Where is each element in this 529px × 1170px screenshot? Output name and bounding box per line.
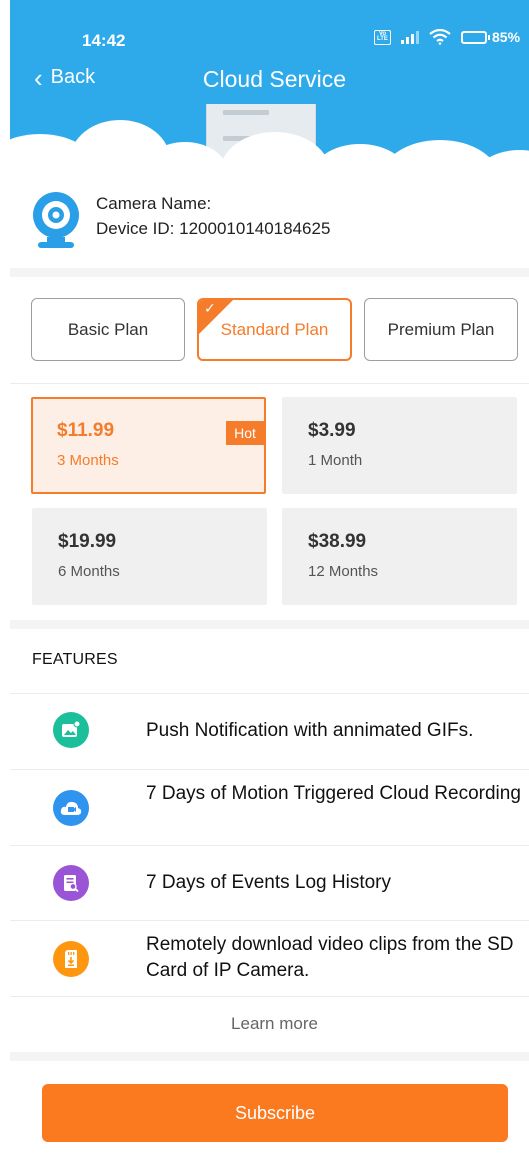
plan-standard[interactable]: ✓ Standard Plan [197,298,352,361]
plan-premium[interactable]: Premium Plan [364,298,518,361]
price-amount: $11.99 [57,420,115,441]
price-option-6-months[interactable]: $19.99 6 Months [32,508,267,605]
features-title: FEATURES [32,651,118,668]
camera-name-label: Camera Name: [96,194,212,213]
cloud-video-icon [53,790,89,826]
app-header: 14:42 Vo LTE 85% Cloud Service ‹ Back [10,0,529,104]
price-option-3-months[interactable]: $11.99 3 Months Hot [31,397,266,494]
price-option-1-month[interactable]: $3.99 1 Month [282,397,517,494]
price-option-12-months[interactable]: $38.99 12 Months [282,508,517,605]
battery-icon [461,30,490,44]
image-notification-icon [53,712,89,748]
check-icon: ✓ [204,300,216,316]
feature-item: Push Notification with annimated GIFs. [10,694,529,769]
price-duration: 6 Months [58,563,120,580]
wifi-icon [429,29,451,45]
status-time: 14:42 [82,31,126,50]
price-duration: 3 Months [57,452,119,469]
camera-info: Camera Name: Device ID: 1200010140184625 [30,188,500,252]
chevron-left-icon: ‹ [34,62,43,93]
plan-basic[interactable]: Basic Plan [31,298,185,361]
price-amount: $19.99 [58,531,117,552]
status-icons: Vo LTE 85% [374,29,520,45]
feature-item: 7 Days of Events Log History [10,846,529,920]
feature-text: Remotely download video clips from the S… [146,934,514,981]
plan-label: Standard Plan [220,319,329,339]
learn-more-link[interactable]: Learn more [0,1014,529,1034]
plan-label: Basic Plan [67,319,149,339]
back-label: Back [50,66,96,88]
signal-icon [401,30,419,44]
plan-label: Premium Plan [387,319,495,339]
price-amount: $38.99 [308,531,367,552]
battery-percent: 85% [492,29,521,45]
feature-text: 7 Days of Events Log History [146,872,391,893]
volte-icon: Vo LTE [374,29,391,45]
device-id: Device ID: 1200010140184625 [96,219,331,238]
camera-icon [33,192,79,248]
feature-text: 7 Days of Motion Triggered Cloud Recordi… [146,783,521,804]
feature-item: 7 Days of Motion Triggered Cloud Recordi… [10,770,529,845]
price-duration: 1 Month [308,452,363,469]
sd-card-download-icon [53,941,89,977]
back-button[interactable]: ‹ Back [34,62,96,93]
event-log-icon [53,865,89,901]
feature-item: Remotely download video clips from the S… [10,921,529,996]
price-amount: $3.99 [308,420,356,441]
hot-badge: Hot [226,421,264,445]
cloud-banner [10,104,529,189]
price-duration: 12 Months [308,563,379,580]
feature-text: Push Notification with annimated GIFs. [146,720,474,741]
subscribe-button[interactable]: Subscribe [42,1084,508,1142]
